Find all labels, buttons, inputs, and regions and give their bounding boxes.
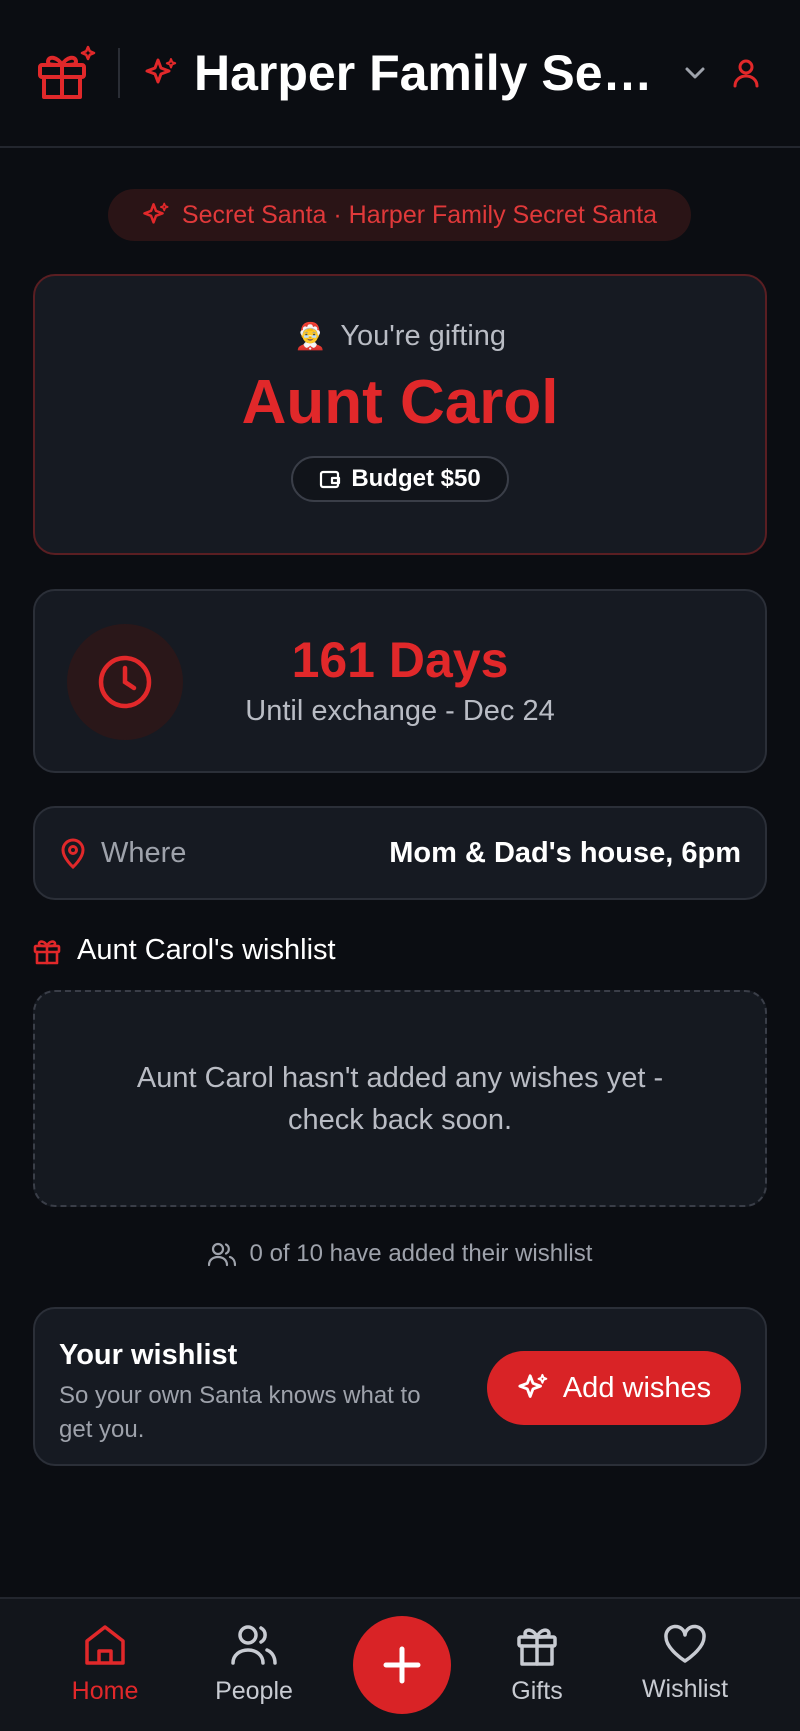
recipient-wishlist-heading: Aunt Carol's wishlist bbox=[33, 934, 336, 967]
recipient-name: Aunt Carol bbox=[241, 368, 559, 437]
app-screen: Harper Family Secret Santa Secret Santa … bbox=[0, 0, 800, 1731]
create-button[interactable] bbox=[353, 1616, 451, 1714]
sparkle-icon bbox=[518, 1373, 548, 1398]
location-value: Mom & Dad's house, 6pm bbox=[389, 836, 741, 869]
gift-icon bbox=[517, 1628, 557, 1666]
gift-logo-icon bbox=[36, 43, 96, 103]
your-wishlist-subtitle: So your own Santa knows what to get you. bbox=[59, 1382, 421, 1443]
header-divider bbox=[118, 48, 120, 98]
top-header: Harper Family Secret Santa bbox=[0, 0, 800, 148]
wallet-icon bbox=[320, 470, 341, 489]
group-title[interactable]: Harper Family Secret Santa bbox=[194, 44, 664, 102]
bottom-nav: Home People Gifts Wishlist bbox=[0, 1597, 800, 1731]
nav-wishlist[interactable]: Wishlist bbox=[620, 1623, 750, 1704]
home-icon bbox=[85, 1625, 125, 1665]
heart-icon bbox=[664, 1624, 706, 1663]
santa-emoji-icon: 🤶 bbox=[293, 321, 327, 351]
your-wishlist-card: Your wishlist So your own Santa knows wh… bbox=[33, 1307, 767, 1466]
budget-badge: Budget $50 bbox=[291, 456, 509, 502]
wishlist-empty-state: Aunt Carol hasn't added any wishes yet -… bbox=[33, 990, 767, 1207]
plus-icon bbox=[383, 1646, 421, 1684]
nav-home[interactable]: Home bbox=[40, 1623, 170, 1706]
users-icon bbox=[231, 1625, 277, 1665]
sparkle-icon bbox=[145, 58, 177, 84]
user-icon[interactable] bbox=[730, 57, 762, 89]
group-badge: Secret Santa · Harper Family Secret Sant… bbox=[108, 189, 691, 241]
gift-icon bbox=[33, 939, 61, 964]
countdown-subtitle: Until exchange - Dec 24 bbox=[245, 695, 555, 727]
add-wishes-button[interactable]: Add wishes bbox=[487, 1351, 741, 1425]
nav-people[interactable]: People bbox=[189, 1623, 319, 1706]
your-wishlist-title: Your wishlist bbox=[59, 1339, 238, 1371]
countdown-card: 161 Days Until exchange - Dec 24 bbox=[33, 589, 767, 773]
location-card: Where Mom & Dad's house, 6pm bbox=[33, 806, 767, 900]
countdown-days: 161 Days bbox=[291, 632, 509, 688]
participation-count: 0 of 10 have added their wishlist bbox=[0, 1240, 800, 1268]
users-icon bbox=[207, 1242, 236, 1267]
sparkle-icon bbox=[143, 202, 169, 224]
nav-gifts[interactable]: Gifts bbox=[472, 1623, 602, 1706]
group-badge-text: Secret Santa · Harper Family Secret Sant… bbox=[181, 200, 658, 229]
location-label: Where bbox=[101, 836, 187, 869]
assignment-card: 🤶 You're gifting Aunt Carol Budget $50 bbox=[33, 274, 767, 555]
map-pin-icon bbox=[61, 838, 85, 869]
gifting-label: 🤶 You're gifting bbox=[293, 320, 507, 352]
countdown-text: 161 Days Until exchange - Dec 24 bbox=[35, 631, 765, 728]
chevron-down-icon[interactable] bbox=[680, 58, 710, 88]
